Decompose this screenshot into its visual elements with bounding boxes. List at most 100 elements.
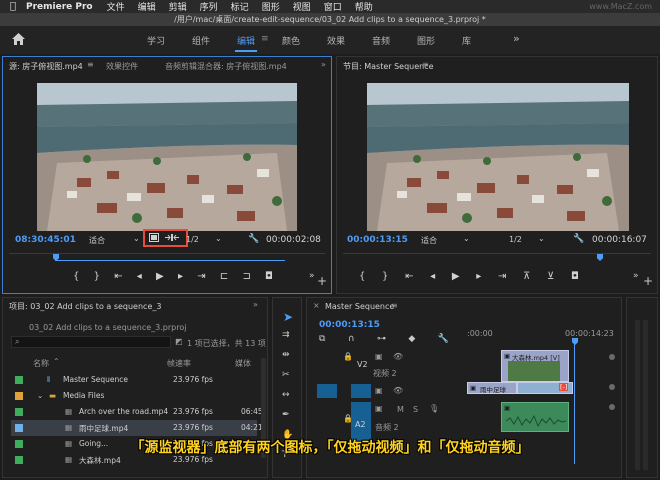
slip-tool-icon[interactable]: ↔	[282, 390, 290, 400]
export-frame-icon[interactable]: ◘	[571, 271, 579, 282]
play-icon[interactable]: ▶	[156, 271, 164, 282]
track-select-tool-icon[interactable]: ⇉	[282, 330, 290, 340]
menu-window[interactable]: 窗口	[324, 0, 342, 13]
source-tab-menu-icon[interactable]: ≡	[87, 60, 94, 69]
column-media-start[interactable]: 媒体	[235, 358, 251, 369]
tab-assembly[interactable]: 组件	[192, 34, 210, 47]
menu-edit[interactable]: 编辑	[138, 0, 156, 13]
snap-icon[interactable]: ∩	[348, 334, 355, 344]
scroll-handle[interactable]	[609, 354, 615, 360]
source-time-ruler[interactable]	[9, 253, 325, 263]
new-bin-icon[interactable]: ◩	[175, 337, 183, 346]
insert-icon[interactable]: ⊏	[220, 271, 228, 282]
program-resolution-chevron-icon[interactable]: ⌄	[538, 234, 545, 243]
program-resolution-select[interactable]: 1/2	[509, 235, 522, 244]
export-frame-icon[interactable]: ◘	[265, 271, 273, 282]
timeline-timecode[interactable]: 00:00:13:15	[319, 320, 380, 330]
label-color-swatch[interactable]	[15, 392, 23, 400]
step-back-icon[interactable]: ◂	[430, 271, 435, 282]
tab-libraries[interactable]: 库	[462, 34, 471, 47]
list-item[interactable]: ▦ Arch over the road.mp4 23.976 fps 06:4…	[11, 404, 263, 420]
program-overflow-icon[interactable]: »	[633, 271, 639, 281]
step-forward-icon[interactable]: ▸	[178, 271, 183, 282]
lock-icon[interactable]: 🔒	[343, 352, 353, 361]
list-item[interactable]: ▦ 雨中足球.mp4 23.976 fps 04:21	[11, 420, 263, 436]
close-tab-icon[interactable]: ×	[313, 301, 320, 310]
lift-icon[interactable]: ⊼	[523, 271, 530, 282]
scroll-handle[interactable]	[609, 404, 615, 410]
timeline-playhead[interactable]	[572, 338, 578, 345]
program-tab-menu-icon[interactable]: ≡	[422, 60, 429, 69]
label-color-swatch[interactable]	[15, 376, 23, 384]
toggle-sync-icon[interactable]: ▣	[375, 352, 383, 361]
project-tab[interactable]: 项目: 03_02 Add clips to a sequence_3	[9, 301, 161, 312]
step-forward-icon[interactable]: ▸	[476, 271, 481, 282]
timeline-settings-icon[interactable]: 🔧	[438, 334, 449, 344]
track-a2-label[interactable]: A2	[355, 420, 366, 429]
label-color-swatch[interactable]	[15, 424, 23, 432]
razor-tool-icon[interactable]: ✂	[282, 370, 290, 380]
source-patch-v1[interactable]	[317, 384, 337, 398]
tab-graphics[interactable]: 图形	[417, 34, 435, 47]
go-to-out-icon[interactable]: ⇥	[197, 271, 205, 282]
mark-in-icon[interactable]: {	[73, 271, 79, 282]
toggle-sync-icon[interactable]: ▣	[375, 404, 383, 413]
menu-view[interactable]: 视图	[293, 0, 311, 13]
sort-up-icon[interactable]: ⌃	[53, 357, 60, 366]
scroll-handle[interactable]	[609, 384, 615, 390]
audio-clip-mixer-tab[interactable]: 音频剪辑混合器: 房子俯视图.mp4	[165, 61, 287, 72]
clip-forest-video[interactable]: ▣ 大森林.mp4 [V]	[501, 350, 569, 382]
insert-sequence-nest-icon[interactable]: ⧉	[319, 334, 325, 344]
more-workspaces-icon[interactable]: »	[513, 32, 520, 45]
menu-file[interactable]: 文件	[107, 0, 125, 13]
extract-icon[interactable]: ⊻	[547, 271, 554, 282]
menu-help[interactable]: 帮助	[355, 0, 373, 13]
source-resolution-chevron-icon[interactable]: ⌄	[215, 234, 222, 243]
menu-markers[interactable]: 标记	[231, 0, 249, 13]
app-menu[interactable]: Premiere Pro	[26, 2, 93, 12]
tab-audio[interactable]: 音频	[372, 34, 390, 47]
source-zoom-chevron-icon[interactable]: ⌄	[133, 234, 140, 243]
source-timecode[interactable]: 08:30:45:01	[15, 235, 76, 245]
overwrite-icon[interactable]: ⊐	[242, 271, 250, 282]
source-zoom-select[interactable]: 适合	[89, 235, 105, 246]
program-add-button-icon[interactable]: +	[643, 274, 653, 288]
effect-controls-tab[interactable]: 效果控件	[106, 61, 138, 72]
menu-sequence[interactable]: 序列	[200, 0, 218, 13]
track-target-v1[interactable]	[351, 384, 371, 398]
mark-out-icon[interactable]: }	[382, 271, 388, 282]
tab-learn[interactable]: 学习	[147, 34, 165, 47]
toggle-track-output-eye-icon[interactable]: 👁	[393, 386, 403, 395]
column-framerate[interactable]: 帧速率	[167, 358, 191, 369]
timeline-tab-menu-icon[interactable]: ≡	[391, 301, 398, 310]
tab-effects[interactable]: 效果	[327, 34, 345, 47]
drag-audio-only-icon[interactable]	[165, 233, 179, 242]
project-search-input[interactable]	[11, 336, 171, 348]
selection-tool-icon[interactable]: ➤	[283, 310, 293, 324]
solo-button[interactable]: S	[413, 405, 418, 414]
timeline-tab[interactable]: Master Sequence	[325, 302, 394, 311]
add-marker-icon[interactable]: ◆	[408, 334, 415, 344]
list-item[interactable]: ⌄ ▬ Media Files	[11, 388, 257, 404]
go-to-in-icon[interactable]: ⇤	[114, 271, 122, 282]
step-back-icon[interactable]: ◂	[137, 271, 142, 282]
mute-button[interactable]: M	[397, 405, 404, 414]
list-item[interactable]: ⫴ Master Sequence 23.976 fps	[11, 372, 257, 388]
menu-graphics[interactable]: 图形	[262, 0, 280, 13]
label-color-swatch[interactable]	[15, 408, 23, 416]
program-time-ruler[interactable]	[343, 253, 651, 263]
mark-out-icon[interactable]: }	[94, 271, 100, 282]
program-tab[interactable]: 节目: Master Sequence	[343, 61, 434, 72]
toggle-track-output-eye-icon[interactable]: 👁	[393, 352, 403, 361]
label-color-swatch[interactable]	[15, 456, 23, 464]
go-to-out-icon[interactable]: ⇥	[498, 271, 506, 282]
program-timecode[interactable]: 00:00:13:15	[347, 235, 408, 245]
clip-football-video[interactable]: ▣ 雨中足球	[467, 382, 517, 394]
mark-in-icon[interactable]: {	[359, 271, 365, 282]
source-tab[interactable]: 源: 房子俯视图.mp4	[9, 61, 83, 72]
column-name[interactable]: 名称	[33, 358, 49, 369]
pen-tool-icon[interactable]: ✒	[282, 410, 290, 420]
tab-editing[interactable]: 编辑	[237, 34, 255, 47]
expand-chevron-icon[interactable]: ⌄	[37, 391, 43, 400]
linked-selection-icon[interactable]: ⊶	[377, 334, 386, 344]
